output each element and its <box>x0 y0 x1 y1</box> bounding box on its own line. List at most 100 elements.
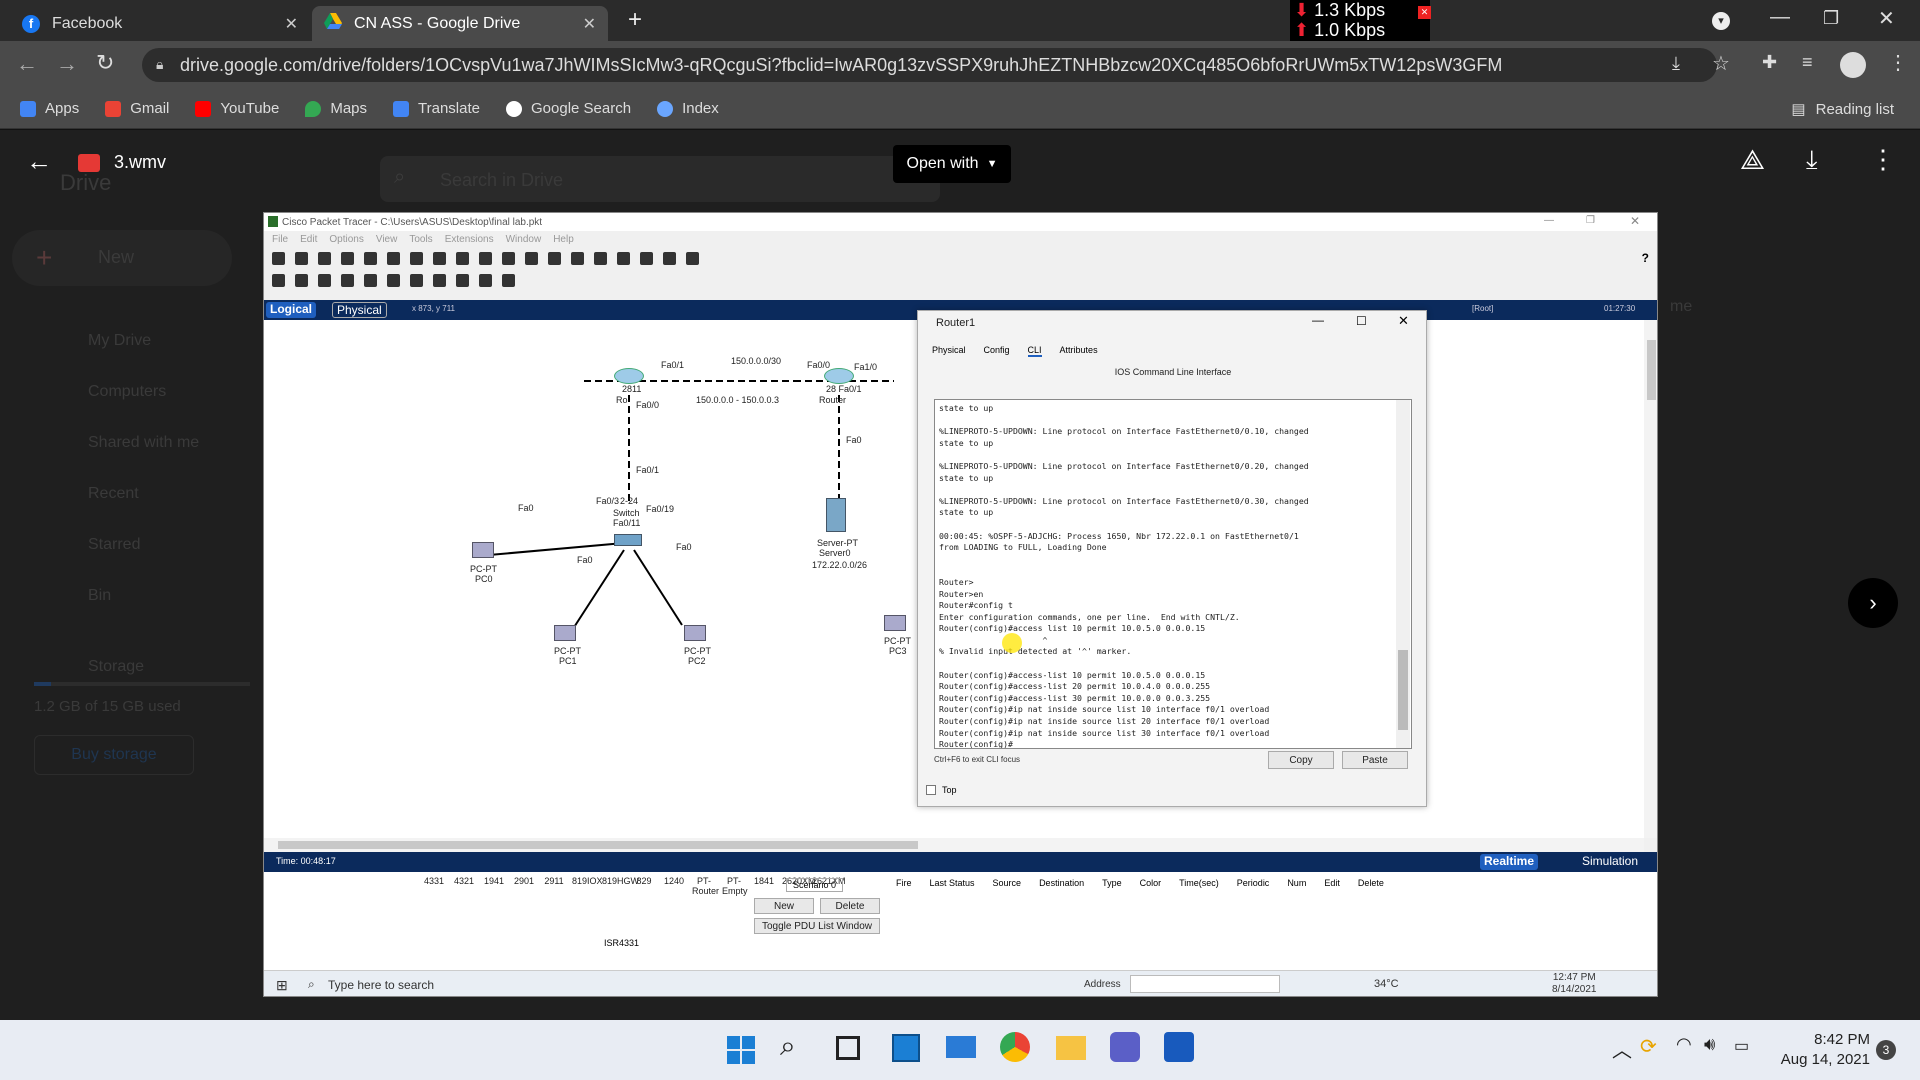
tab-config[interactable]: Config <box>984 345 1010 357</box>
bookmark-translate[interactable]: Translate <box>393 100 480 117</box>
pc2-icon[interactable] <box>684 625 706 641</box>
drawing-palette-icon[interactable] <box>594 251 607 265</box>
paste-button[interactable]: Paste <box>1342 751 1408 769</box>
redo-icon[interactable] <box>502 251 515 265</box>
sync-icon[interactable]: ⟳ <box>1640 1034 1657 1059</box>
scroll-thumb[interactable] <box>278 841 918 849</box>
copy-button[interactable]: Copy <box>1268 751 1334 769</box>
model-819hgw[interactable]: 819HGW <box>602 876 639 924</box>
bookmark-youtube[interactable]: YouTube <box>195 100 279 117</box>
model-pt-empty[interactable]: PT-Empty <box>722 876 748 924</box>
select-icon[interactable] <box>272 273 285 287</box>
restore-icon[interactable]: ❐ <box>1823 8 1839 29</box>
toggle-pdu-button[interactable]: Toggle PDU List Window <box>754 918 880 934</box>
print-icon[interactable] <box>341 251 354 265</box>
top-checkbox[interactable] <box>926 785 936 795</box>
menu-edit[interactable]: Edit <box>300 234 317 245</box>
bookmark-star-icon[interactable]: ☆ <box>1712 51 1730 76</box>
address-bar[interactable]: 🔒︎ drive.google.com/drive/folders/1OCvsp… <box>142 48 1717 82</box>
task-view-icon[interactable] <box>836 1036 860 1060</box>
close-icon[interactable]: ✕ <box>1398 313 1409 329</box>
open-with-button[interactable]: Open with ▼ <box>893 145 1011 183</box>
nav-recent[interactable]: Recent <box>88 468 199 519</box>
back-arrow-icon[interactable]: ← <box>26 146 52 177</box>
copy-icon[interactable] <box>433 251 446 265</box>
wifi-icon[interactable]: ◠ <box>1676 1034 1692 1055</box>
network-icon[interactable] <box>410 251 423 265</box>
minimize-icon[interactable]: — <box>1544 215 1554 226</box>
windows-start-icon[interactable] <box>727 1036 755 1064</box>
reload-icon[interactable]: ↻ <box>96 50 114 76</box>
chevron-up-icon[interactable]: ︿ <box>1612 1034 1632 1063</box>
realtime-tab[interactable]: Realtime <box>1480 854 1539 870</box>
model-4331[interactable]: 4331 <box>422 876 446 924</box>
nav-bin[interactable]: Bin <box>88 570 199 621</box>
nav-computers[interactable]: Computers <box>88 366 199 417</box>
minimize-icon[interactable]: — <box>1770 6 1790 29</box>
maximize-icon[interactable]: ☐ <box>1356 314 1367 328</box>
close-tab-icon[interactable]: ✕ <box>285 14 298 34</box>
nav-my-drive[interactable]: My Drive <box>88 315 199 366</box>
freeform-icon[interactable] <box>456 273 469 287</box>
vertical-scrollbar[interactable] <box>1644 320 1657 838</box>
new-scenario-button[interactable]: New <box>754 898 814 914</box>
place-note-icon[interactable] <box>364 273 377 287</box>
teams-icon[interactable] <box>1110 1032 1140 1062</box>
widgets-icon[interactable] <box>892 1034 920 1062</box>
tab-attributes[interactable]: Attributes <box>1060 345 1098 357</box>
model-1240[interactable]: 1240 <box>662 876 686 924</box>
model-pt-router[interactable]: PT-Router <box>692 876 719 924</box>
router1-icon[interactable] <box>824 368 854 384</box>
new-file-icon[interactable] <box>272 251 285 265</box>
tab-google-drive[interactable]: CN ASS - Google Drive ✕ <box>312 6 608 41</box>
router0-icon[interactable] <box>614 368 644 384</box>
physical-tab[interactable]: Physical <box>332 302 387 318</box>
reading-list-button[interactable]: ▤ Reading list <box>1791 100 1894 119</box>
install-icon[interactable]: ⤓ <box>1672 53 1680 74</box>
switch-icon[interactable] <box>614 534 642 546</box>
delete-scenario-button[interactable]: Delete <box>820 898 880 914</box>
menu-options[interactable]: Options <box>329 234 363 245</box>
add-to-drive-icon[interactable]: ⟁ <box>1740 144 1765 177</box>
simple-pdu-icon[interactable] <box>479 273 492 287</box>
draw-rect-icon[interactable] <box>410 273 423 287</box>
bookmark-index[interactable]: Index <box>657 100 719 117</box>
bookmark-google-search[interactable]: Google Search <box>506 100 631 117</box>
bookmark-maps[interactable]: Maps <box>305 100 367 117</box>
nav-starred[interactable]: Starred <box>88 519 199 570</box>
help-icon[interactable]: ? <box>1642 251 1649 265</box>
taskbar-search-text[interactable]: Type here to search <box>328 978 434 992</box>
buy-storage-button[interactable]: Buy storage <box>34 735 194 775</box>
screen-icon[interactable] <box>686 251 699 265</box>
restore-icon[interactable]: ❐ <box>1586 215 1595 226</box>
model-829[interactable]: 829 <box>632 876 656 924</box>
scroll-thumb[interactable] <box>1398 650 1408 730</box>
nav-shared[interactable]: Shared with me <box>88 417 199 468</box>
bookmark-gmail[interactable]: Gmail <box>105 100 169 117</box>
notification-badge[interactable]: 3 <box>1876 1040 1896 1060</box>
close-window-icon[interactable]: ✕ <box>1878 6 1895 31</box>
pc3-icon[interactable] <box>884 615 906 631</box>
new-button[interactable]: + New <box>12 230 232 286</box>
model-2901[interactable]: 2901 <box>512 876 536 924</box>
model-4321[interactable]: 4321 <box>452 876 476 924</box>
zoom-out-icon[interactable] <box>571 251 584 265</box>
save-icon[interactable] <box>318 251 331 265</box>
delete-icon[interactable] <box>318 273 331 287</box>
scenario-select[interactable]: Scenario 0 <box>786 878 844 892</box>
bookmark-apps[interactable]: Apps <box>20 100 79 117</box>
pc0-icon[interactable] <box>472 542 494 558</box>
model-1941[interactable]: 1941 <box>482 876 506 924</box>
custom-device-icon[interactable] <box>617 251 630 265</box>
logical-tab[interactable]: Logical <box>266 302 317 318</box>
model-819iox[interactable]: 819IOX <box>572 876 603 924</box>
tab-cli[interactable]: CLI <box>1027 345 1042 357</box>
menu-help[interactable]: Help <box>553 234 574 245</box>
undo-icon[interactable] <box>479 251 492 265</box>
volume-icon[interactable]: 🔊︎ <box>1704 1034 1715 1055</box>
menu-view[interactable]: View <box>376 234 398 245</box>
close-widget-icon[interactable]: ✕ <box>1418 6 1431 19</box>
info-icon[interactable] <box>364 251 377 265</box>
draw-line-icon[interactable] <box>387 273 400 287</box>
menu-icon[interactable]: ⋮ <box>1888 50 1908 75</box>
